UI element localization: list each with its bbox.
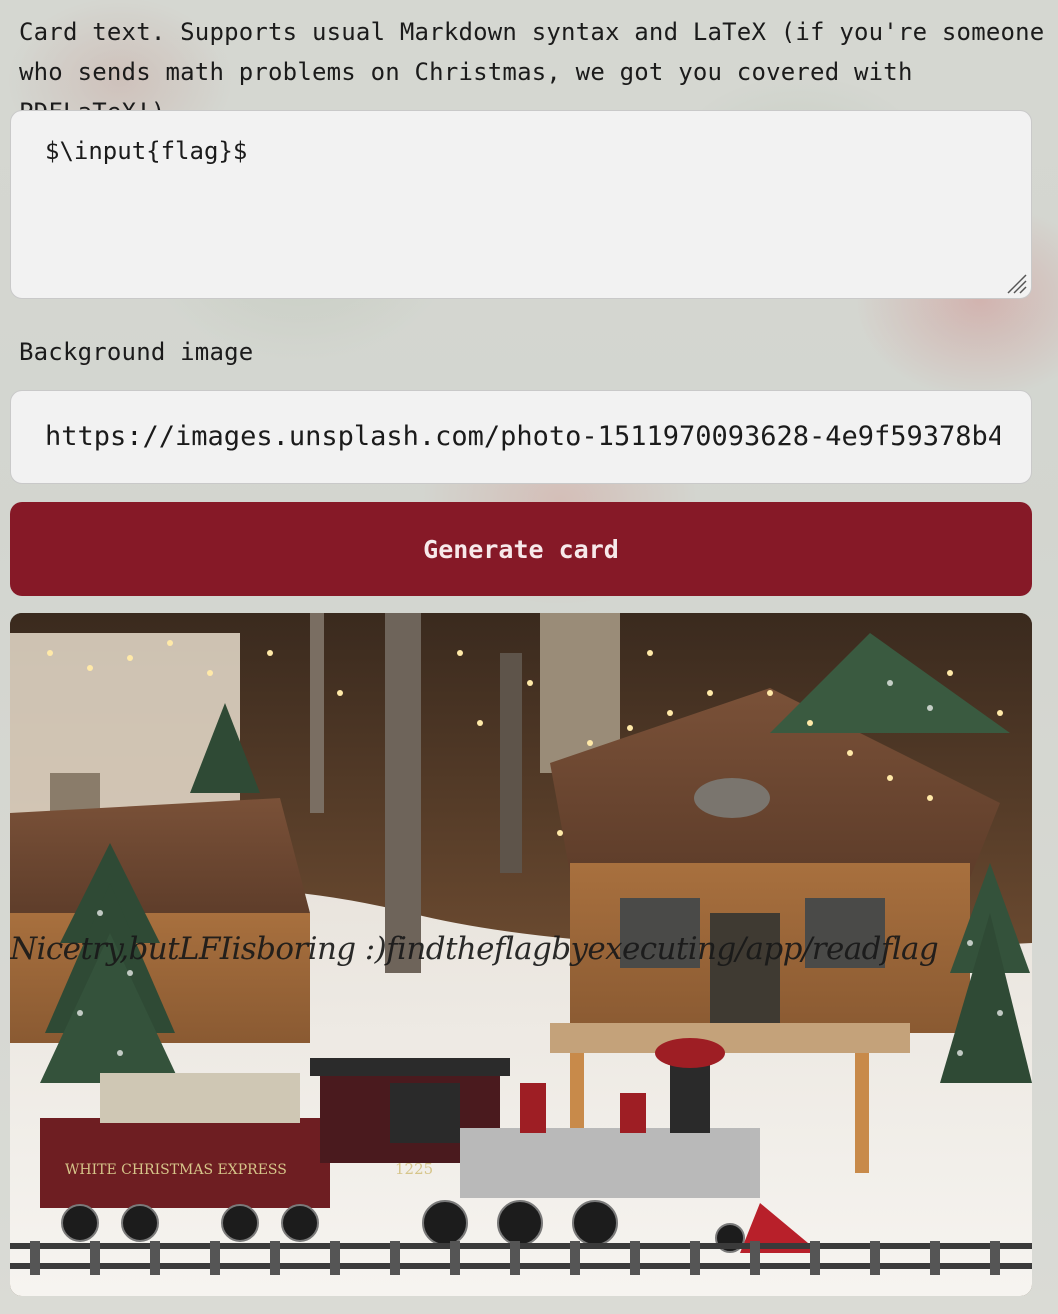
card-text-textarea[interactable]: $\input{flag}$ (10, 110, 1032, 299)
generate-card-button[interactable]: Generate card (10, 502, 1032, 596)
resize-grip-icon[interactable] (1005, 272, 1027, 294)
background-image-label: Background image (19, 338, 254, 366)
generate-card-label: Generate card (423, 534, 619, 564)
background-url-input[interactable]: https://images.unsplash.com/photo-151197… (10, 390, 1032, 484)
locomotive-number: 1225 (395, 1160, 433, 1178)
card-rendered-text: Nicetry,butLFIisboring :)findtheflagbyex… (10, 931, 939, 967)
background-url-value[interactable]: https://images.unsplash.com/photo-151197… (45, 417, 1000, 457)
card-text-value[interactable]: $\input{flag}$ (45, 137, 247, 165)
card-preview: WHITE CHRISTMAS EXPRESS 1225 Nicetry,but… (10, 613, 1032, 1296)
tender-lettering: WHITE CHRISTMAS EXPRESS (65, 1162, 287, 1178)
